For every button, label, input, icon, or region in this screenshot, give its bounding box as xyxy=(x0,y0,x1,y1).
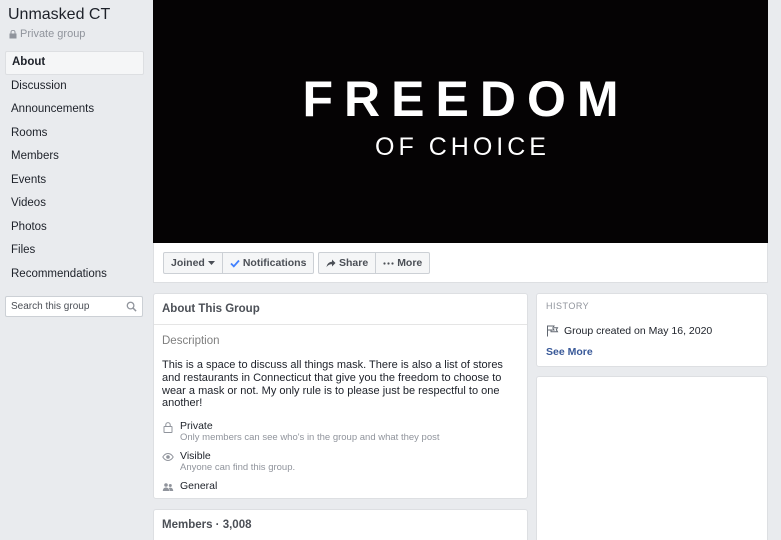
eye-icon xyxy=(162,452,174,462)
notifications-button[interactable]: Notifications xyxy=(222,252,315,274)
group-name[interactable]: Unmasked CT xyxy=(8,6,110,24)
lock-icon xyxy=(9,29,17,38)
joined-button[interactable]: Joined xyxy=(163,252,223,274)
nav-item-announcements[interactable]: Announcements xyxy=(5,98,144,122)
see-more-link[interactable]: See More xyxy=(546,346,593,358)
description-title: Description xyxy=(162,335,220,347)
share-button[interactable]: Share xyxy=(318,252,377,274)
nav-item-events[interactable]: Events xyxy=(5,169,144,193)
nav-item-photos[interactable]: Photos xyxy=(5,216,144,240)
history-title: HISTORY xyxy=(546,301,590,311)
description-text: This is a space to discuss all things ma… xyxy=(162,359,503,410)
lock-icon xyxy=(163,422,173,433)
left-sidebar: Unmasked CT Private group About Discussi… xyxy=(0,0,153,540)
private-label: Private xyxy=(180,420,213,432)
cover-photo[interactable]: FREEDOM OF CHOICE xyxy=(153,0,768,243)
nav-item-rooms[interactable]: Rooms xyxy=(5,122,144,146)
nav-item-members[interactable]: Members xyxy=(5,145,144,169)
share-more-buttons: Share More xyxy=(318,252,431,274)
share-label: Share xyxy=(339,257,369,269)
group-created-text: Group created on May 16, 2020 xyxy=(564,325,713,337)
group-privacy-label: Private group xyxy=(20,28,86,40)
nav-item-discussion[interactable]: Discussion xyxy=(5,75,144,99)
visibility-info: Visible Anyone can find this group. xyxy=(162,450,295,474)
group-type-info: General xyxy=(162,480,217,493)
more-button[interactable]: More xyxy=(376,252,431,274)
membership-buttons: Joined Notifications xyxy=(163,252,315,274)
caret-down-icon xyxy=(207,260,215,265)
check-icon xyxy=(230,259,240,268)
search-input[interactable] xyxy=(11,301,121,312)
private-description: Only members can see who's in the group … xyxy=(180,432,440,443)
members-card: Members · 3,008 xyxy=(153,509,528,540)
cover-headline: FREEDOM xyxy=(302,71,630,127)
more-label: More xyxy=(397,257,423,269)
share-arrow-icon xyxy=(326,259,336,267)
members-count-title[interactable]: Members · 3,008 xyxy=(162,519,252,531)
about-header: About This Group xyxy=(154,294,527,325)
flag-icon xyxy=(547,325,559,337)
group-action-bar: Joined Notifications Share More xyxy=(153,243,768,283)
nav-item-about[interactable]: About xyxy=(5,51,144,75)
privacy-info: Private Only members can see who's in th… xyxy=(162,420,440,444)
general-label: General xyxy=(180,480,218,492)
empty-side-card xyxy=(536,376,768,540)
joined-label: Joined xyxy=(171,257,205,269)
visible-description: Anyone can find this group. xyxy=(180,462,296,473)
notifications-label: Notifications xyxy=(242,257,307,269)
more-dots-icon xyxy=(383,261,394,265)
people-icon xyxy=(162,483,174,491)
group-search xyxy=(5,296,143,317)
about-card: About This Group Description This is a s… xyxy=(153,293,528,499)
nav-item-videos[interactable]: Videos xyxy=(5,192,144,216)
nav-item-files[interactable]: Files xyxy=(5,239,144,263)
cover-subheadline: OF CHOICE xyxy=(375,133,550,161)
search-icon[interactable] xyxy=(126,301,137,312)
history-card: HISTORY Group created on May 16, 2020 Se… xyxy=(536,293,768,367)
nav-item-recommendations[interactable]: Recommendations xyxy=(5,263,144,287)
history-entry: Group created on May 16, 2020 xyxy=(546,325,712,337)
visible-label: Visible xyxy=(180,450,211,462)
group-privacy: Private group xyxy=(9,28,85,40)
group-nav: About Discussion Announcements Rooms Mem… xyxy=(5,51,144,286)
